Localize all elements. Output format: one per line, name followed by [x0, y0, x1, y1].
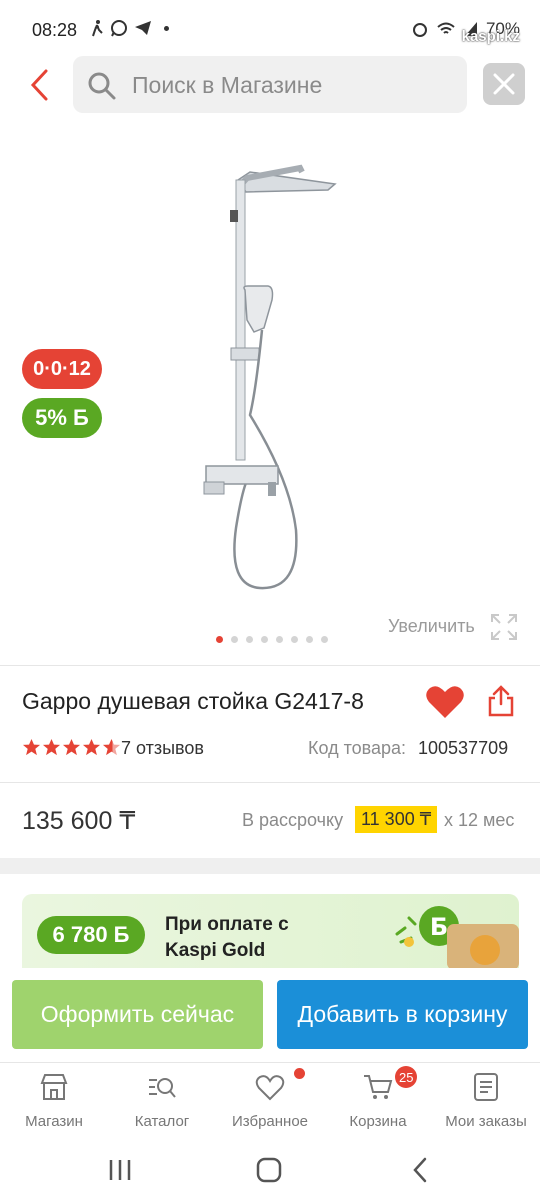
recent-apps-icon[interactable] — [106, 1156, 134, 1184]
installment-amount: 11 300 ₸ — [355, 806, 438, 833]
nav-label: Корзина — [349, 1113, 407, 1130]
pagination-dot[interactable] — [246, 636, 253, 643]
reviews-link[interactable]: 7 отзывов — [121, 738, 204, 759]
pagination-dot[interactable] — [216, 636, 223, 643]
zoom-label[interactable]: Увеличить — [388, 616, 475, 637]
product-title: Gappo душевая стойка G2417-8 — [22, 688, 364, 714]
search-icon — [88, 72, 116, 100]
buy-now-button[interactable]: Оформить сейчас — [12, 980, 263, 1049]
system-back-icon[interactable] — [407, 1156, 435, 1184]
heart-outline-icon — [255, 1075, 285, 1101]
bottom-navigation: Магазин Каталог Избранное Корзина Мои за… — [0, 1062, 540, 1140]
more-dot-icon — [164, 25, 169, 31]
nav-label: Магазин — [25, 1113, 83, 1130]
svg-text:Б: Б — [430, 913, 448, 941]
gold-text-line1: При оплате с — [165, 914, 289, 935]
nav-label: Каталог — [134, 1113, 190, 1130]
walking-icon — [92, 20, 103, 37]
star-icon — [62, 738, 81, 756]
close-icon — [493, 73, 515, 95]
system-navigation-bar — [0, 1140, 540, 1200]
divider — [0, 782, 540, 783]
cart-icon — [364, 1075, 393, 1099]
installment-label: В рассрочку — [242, 810, 344, 830]
status-bar: 08:28 70% kaspi.kz — [0, 0, 540, 58]
search-input[interactable]: Поиск в Магазине — [73, 56, 467, 113]
nav-label: Избранное — [231, 1113, 309, 1130]
gold-text-line2: Kaspi Gold — [165, 940, 266, 961]
product-code-label: Код товара: — [308, 738, 407, 758]
product-image[interactable] — [150, 150, 390, 600]
orders-icon — [474, 1073, 498, 1101]
product-price: 135 600 ₸ — [22, 807, 136, 835]
nav-item-store[interactable]: Магазин — [0, 1063, 108, 1141]
gold-banner-text: При оплате с Kaspi Gold — [165, 912, 289, 964]
home-icon[interactable] — [255, 1156, 283, 1184]
nav-item-favorites[interactable]: Избранное — [216, 1063, 324, 1141]
store-icon — [40, 1074, 68, 1100]
expand-icon[interactable] — [489, 612, 519, 642]
notification-icons — [90, 19, 169, 37]
pagination-dot[interactable] — [276, 636, 283, 643]
pagination-dot[interactable] — [291, 636, 298, 643]
search-header: Поиск в Магазине — [0, 56, 540, 114]
kaspi-gold-banner[interactable]: 6 780 Б При оплате с Kaspi Gold Б — [22, 894, 519, 968]
divider — [0, 665, 540, 666]
nav-item-orders[interactable]: Мои заказы — [432, 1063, 540, 1141]
nav-item-catalog[interactable]: Каталог — [108, 1063, 216, 1141]
bonus-badge: 5% Б — [22, 398, 102, 438]
installment-badge: 0·0·12 — [22, 349, 102, 389]
back-button[interactable] — [26, 68, 56, 102]
search-placeholder: Поиск в Магазине — [132, 72, 323, 98]
share-icon[interactable] — [486, 684, 516, 718]
star-icon — [22, 738, 41, 756]
pagination-dot[interactable] — [231, 636, 238, 643]
pagination-dot[interactable] — [306, 636, 313, 643]
kaspi-gold-card-illustration: Б — [395, 906, 519, 968]
star-icon — [42, 738, 61, 756]
star-icon — [82, 738, 101, 756]
image-pagination — [216, 636, 328, 643]
status-time: 08:28 — [32, 20, 78, 40]
half-star-icon — [102, 738, 121, 756]
product-code-value: 100537709 — [418, 738, 509, 758]
telegram-icon — [135, 21, 151, 35]
wifi-icon — [437, 22, 455, 34]
rating-stars[interactable] — [22, 738, 121, 757]
section-separator — [0, 858, 540, 874]
watermark-logo: kaspi.kz — [461, 28, 520, 45]
favorites-notification-dot — [294, 1068, 305, 1079]
add-to-cart-button[interactable]: Добавить в корзину — [277, 980, 528, 1049]
favorite-heart-icon[interactable] — [425, 684, 465, 720]
catalog-search-icon — [149, 1078, 176, 1098]
nav-label: Мои заказы — [445, 1113, 527, 1130]
chevron-left-icon — [30, 69, 48, 101]
whatsapp-icon — [111, 20, 127, 37]
gold-bonus-pill: 6 780 Б — [37, 916, 145, 954]
alarm-icon — [412, 23, 427, 37]
pagination-dot[interactable] — [321, 636, 328, 643]
close-search-button[interactable] — [483, 63, 525, 105]
installment-term: х 12 мес — [444, 810, 515, 830]
pagination-dot[interactable] — [261, 636, 268, 643]
